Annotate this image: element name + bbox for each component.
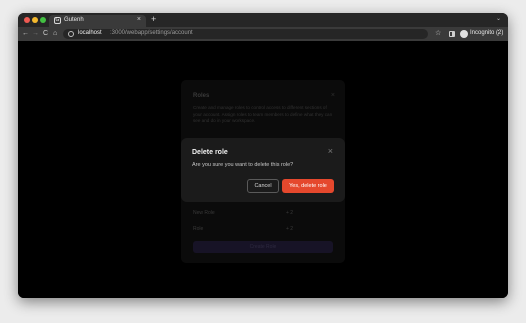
background-row-value: + 2: [286, 210, 294, 216]
browser-menu-icon[interactable]: ⋮: [495, 29, 502, 38]
reload-icon[interactable]: C: [43, 29, 48, 38]
url-host: localhost: [78, 30, 102, 36]
dialog-title: Delete role: [192, 149, 228, 156]
close-icon[interactable]: ×: [328, 146, 333, 156]
maximize-window-button[interactable]: [40, 17, 46, 23]
tab-search-icon[interactable]: ⌄: [496, 15, 501, 22]
incognito-icon[interactable]: [460, 30, 468, 38]
background-row-value: + 2: [286, 226, 294, 232]
background-row-label: Role: [193, 226, 204, 232]
dialog-message: Are you sure you want to delete this rol…: [192, 162, 294, 168]
new-tab-button[interactable]: +: [151, 14, 156, 24]
background-close-icon: ×: [330, 92, 335, 99]
page-content: Roles × Create and manage roles to contr…: [18, 41, 508, 298]
background-card-description: Create and manage roles to control acces…: [193, 105, 333, 123]
site-info-icon[interactable]: [68, 31, 74, 37]
browser-toolbar: ← → C ⌂ localhost :3000/webapp/settings/…: [18, 27, 508, 41]
cancel-button[interactable]: Cancel: [247, 179, 279, 193]
minimize-window-button[interactable]: [32, 17, 38, 23]
tab-bar: G Gutenh × + ⌄: [18, 13, 508, 27]
browser-tab[interactable]: G Gutenh ×: [49, 15, 146, 27]
bookmark-star-icon[interactable]: ☆: [435, 29, 441, 38]
delete-role-dialog: Delete role × Are you sure you want to d…: [181, 138, 345, 202]
background-create-button: Create Role: [193, 241, 333, 253]
url-path: :3000/webapp/settings/account: [110, 30, 193, 36]
address-bar[interactable]: localhost :3000/webapp/settings/account: [63, 29, 428, 39]
tab-title: Gutenh: [64, 17, 84, 23]
close-window-button[interactable]: [24, 17, 30, 23]
tab-favicon-icon: G: [54, 17, 61, 24]
back-icon[interactable]: ←: [22, 29, 29, 38]
background-card-title: Roles: [193, 93, 210, 99]
background-row-label: New Role: [193, 210, 215, 216]
forward-icon[interactable]: →: [32, 29, 39, 38]
tab-close-icon[interactable]: ×: [137, 16, 141, 23]
home-icon[interactable]: ⌂: [53, 29, 57, 38]
browser-window: G Gutenh × + ⌄ ← → C ⌂ localhost :3000/w…: [18, 13, 508, 298]
side-panel-icon[interactable]: [449, 31, 455, 37]
confirm-delete-button[interactable]: Yes, delete role: [282, 179, 334, 193]
